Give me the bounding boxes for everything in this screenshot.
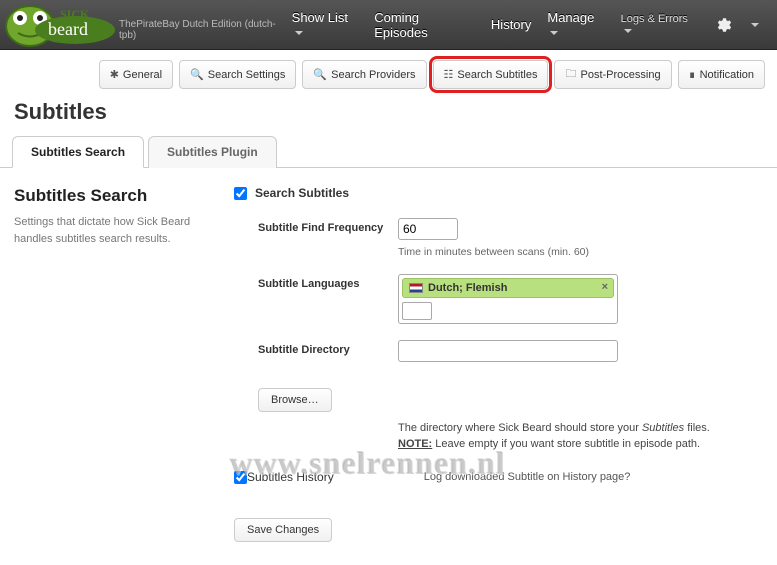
logo[interactable]: SICK beard xyxy=(0,0,129,50)
caret-icon xyxy=(550,31,558,35)
tab-search-providers-label: Search Providers xyxy=(331,69,415,81)
folder-icon: 🗀 xyxy=(565,65,576,84)
page-title: Subtitles xyxy=(0,99,777,135)
history-row: Subtitles History Log downloaded Subtitl… xyxy=(234,470,763,484)
remove-lang-icon[interactable]: × xyxy=(602,281,608,293)
search-subtitles-row: Search Subtitles xyxy=(234,186,763,200)
search-subtitles-label: Search Subtitles xyxy=(255,186,349,200)
svg-text:beard: beard xyxy=(48,19,88,39)
content-area: Subtitles Search Settings that dictate h… xyxy=(0,168,777,560)
nav-coming-episodes[interactable]: Coming Episodes xyxy=(374,10,475,40)
lang-chip-label: Dutch; Flemish xyxy=(428,282,507,294)
search-icon: 🔍 xyxy=(190,68,204,81)
nav-logs-errors[interactable]: Logs & Errors xyxy=(621,13,698,37)
sub-tabs: Subtitles Search Subtitles Plugin xyxy=(0,135,777,168)
flag-nl-icon xyxy=(409,283,423,293)
subtab-subtitles-plugin[interactable]: Subtitles Plugin xyxy=(148,136,277,168)
history-label: Subtitles History xyxy=(247,470,334,484)
lang-row: Subtitle Languages Dutch; Flemish × xyxy=(234,274,763,324)
history-desc: Log downloaded Subtitle on History page? xyxy=(424,471,631,483)
nav-show-list-label: Show List xyxy=(292,10,348,25)
section-heading: Subtitles Search xyxy=(14,186,214,206)
freq-row: Subtitle Find Frequency Time in minutes … xyxy=(234,218,763,258)
tab-post-processing[interactable]: 🗀 Post-Processing xyxy=(554,60,671,89)
nav-logs-label: Logs & Errors xyxy=(621,13,688,25)
search-subtitles-checkbox[interactable] xyxy=(234,187,247,200)
tab-search-subtitles[interactable]: ☷Search Subtitles xyxy=(433,60,549,89)
lang-select-box[interactable]: Dutch; Flemish × xyxy=(398,274,618,324)
nav-history[interactable]: History xyxy=(491,17,531,32)
tab-general-label: General xyxy=(123,69,162,81)
dir-note-2: NOTE: Leave empty if you want store subt… xyxy=(398,438,763,450)
settings-gear-icon[interactable] xyxy=(714,16,732,34)
nav-manage-label: Manage xyxy=(547,10,594,25)
save-button[interactable]: Save Changes xyxy=(234,518,332,542)
cog-icon: ✱ xyxy=(110,68,119,81)
main-nav: Show List Coming Episodes History Manage… xyxy=(292,10,767,40)
dir-note-1: The directory where Sick Beard should st… xyxy=(398,422,763,434)
lang-add-input[interactable] xyxy=(402,302,432,320)
lang-label: Subtitle Languages xyxy=(258,274,398,290)
bell-icon: ∎ xyxy=(689,68,696,81)
freq-label: Subtitle Find Frequency xyxy=(258,218,398,234)
section-desc: Settings that dictate how Sick Beard han… xyxy=(14,214,214,247)
tab-search-settings-label: Search Settings xyxy=(208,69,286,81)
nav-show-list[interactable]: Show List xyxy=(292,10,359,40)
dir-row: Subtitle Directory xyxy=(234,340,763,362)
tab-general[interactable]: ✱ General xyxy=(99,60,173,89)
caret-icon xyxy=(624,29,632,33)
tab-search-settings[interactable]: 🔍 Search Settings xyxy=(179,60,296,89)
tab-search-providers[interactable]: 🔍 Search Providers xyxy=(302,60,426,89)
lang-chip-dutch: Dutch; Flemish × xyxy=(402,278,614,298)
topbar: SICK beard ThePirateBay Dutch Edition (d… xyxy=(0,0,777,50)
browse-button[interactable]: Browse… xyxy=(258,388,332,412)
dir-label: Subtitle Directory xyxy=(258,340,398,356)
tab-post-processing-label: Post-Processing xyxy=(580,69,660,81)
freq-input[interactable] xyxy=(398,218,458,240)
freq-help: Time in minutes between scans (min. 60) xyxy=(398,246,763,258)
config-tab-row: ✱ General 🔍 Search Settings 🔍 Search Provid… xyxy=(0,50,777,99)
caret-icon xyxy=(751,23,759,27)
tab-notification-label: Notification xyxy=(700,69,754,81)
tab-notification[interactable]: ∎ Notification xyxy=(678,60,765,89)
edition-label: ThePirateBay Dutch Edition (dutch-tpb) xyxy=(119,19,292,49)
caret-icon xyxy=(295,31,303,35)
history-checkbox[interactable] xyxy=(234,471,247,484)
subtitle-icon: ☷ xyxy=(444,68,454,81)
tab-search-subtitles-label: Search Subtitles xyxy=(457,69,537,81)
nav-manage[interactable]: Manage xyxy=(547,10,604,40)
form-area: Search Subtitles Subtitle Find Frequency… xyxy=(214,186,763,542)
subtab-subtitles-search[interactable]: Subtitles Search xyxy=(12,136,144,168)
dir-input[interactable] xyxy=(398,340,618,362)
side-description: Subtitles Search Settings that dictate h… xyxy=(14,186,214,542)
search-icon: 🔍 xyxy=(313,68,327,81)
